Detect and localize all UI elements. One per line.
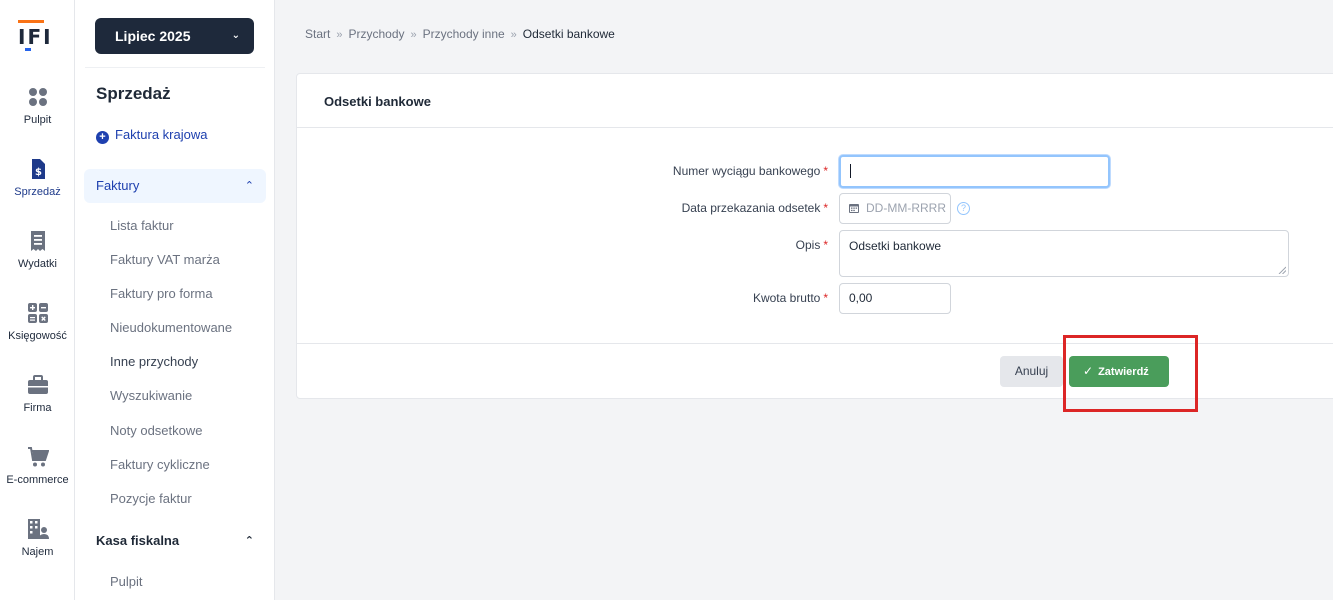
add-domestic-invoice-link[interactable]: + Faktura krajowa (96, 127, 207, 144)
chevron-up-icon: ⌃ (244, 535, 254, 547)
nav-najem[interactable]: Najem (0, 518, 75, 578)
label-text: Kwota brutto (752, 291, 821, 305)
sidebar-item-faktury-pro-forma[interactable]: Faktury pro forma (110, 286, 213, 301)
breadcrumb: Start » Przychody » Przychody inne » Odsetki b… (305, 27, 615, 41)
statement-number-label: Numer wyciągu bankowego * (673, 164, 828, 178)
ifi-logo[interactable]: IFI (18, 20, 51, 52)
invoice-dollar-icon: $ (31, 159, 45, 179)
required-mark: * (823, 164, 828, 178)
sidebar-item-pulpit[interactable]: Pulpit (110, 574, 143, 589)
briefcase-icon (27, 375, 48, 394)
breadcrumb-current: Odsetki bankowe (522, 27, 615, 41)
card-divider (297, 127, 1333, 128)
nav-wydatki[interactable]: Wydatki (0, 230, 75, 290)
gross-amount-value: 0,00 (849, 291, 873, 305)
description-label: Opis * (796, 238, 828, 252)
calculator-icon (27, 303, 48, 323)
required-mark: * (823, 238, 828, 252)
nav-label: Sprzedaż (14, 186, 61, 198)
nav-sprzedaz[interactable]: $ Sprzedaż (0, 158, 75, 218)
building-user-icon (27, 519, 49, 539)
logo-text: IFI (18, 25, 53, 49)
nav-label: Firma (23, 402, 52, 414)
form-card: Odsetki bankowe Numer wyciągu bankowego *… (296, 73, 1333, 399)
label-text: Numer wyciągu bankowego (672, 164, 821, 178)
nav-firma[interactable]: Firma (0, 374, 75, 434)
sidebar-item-wyszukiwanie[interactable]: Wyszukiwanie (110, 388, 192, 403)
month-label: Lipiec 2025 (115, 28, 191, 44)
sidebar-item-nieudokumentowane[interactable]: Nieudokumentowane (110, 320, 232, 335)
description-textarea[interactable]: Odsetki bankowe (839, 230, 1289, 277)
breadcrumb-start[interactable]: Start (305, 27, 330, 41)
gross-amount-label: Kwota brutto * (753, 291, 828, 305)
nav-ksiegowosc[interactable]: Księgowość (0, 302, 75, 362)
submit-button[interactable]: ✓ Zatwierdź (1069, 356, 1169, 387)
statement-number-input[interactable] (839, 155, 1110, 188)
sidebar-divider (85, 67, 265, 68)
cart-icon (27, 447, 49, 467)
group-label: Faktury (96, 178, 140, 193)
transfer-date-label: Data przekazania odsetek * (682, 201, 828, 215)
sidebar-item-inne-przychody[interactable]: Inne przychody (110, 354, 198, 369)
submit-label: Zatwierdź (1098, 366, 1149, 378)
chevron-right-icon: » (410, 29, 417, 41)
card-title: Odsetki bankowe (324, 94, 431, 109)
section-sidebar: Lipiec 2025 ⌄ Sprzedaż + Faktura krajowa … (75, 0, 275, 600)
sidebar-item-noty-odsetkowe[interactable]: Noty odsetkowe (110, 423, 203, 438)
cancel-button[interactable]: Anuluj (1000, 356, 1063, 387)
date-placeholder: DD-MM-RRRR (866, 201, 946, 215)
resize-handle-icon[interactable] (1278, 266, 1286, 274)
section-title: Sprzedaż (96, 84, 171, 103)
label-text: Opis (795, 238, 821, 252)
plus-circle-icon: + (96, 131, 109, 144)
chevron-up-icon: ⌃ (244, 180, 254, 192)
breadcrumb-przychody-inne[interactable]: Przychody inne (423, 27, 505, 41)
sidebar-item-lista-faktur[interactable]: Lista faktur (110, 218, 174, 233)
nav-label: Pulpit (23, 114, 52, 126)
sidebar-group-kasa-fiskalna[interactable]: Kasa fiskalna ⌃ (84, 524, 266, 558)
svg-text:$: $ (35, 167, 42, 178)
chevron-right-icon: » (336, 29, 343, 41)
nav-label: E-commerce (6, 474, 69, 486)
calendar-icon (849, 204, 859, 213)
required-mark: * (823, 201, 828, 215)
required-mark: * (823, 291, 828, 305)
sidebar-item-faktury-cykliczne[interactable]: Faktury cykliczne (110, 457, 210, 472)
receipt-icon (30, 231, 45, 251)
logo-bar-top (18, 20, 44, 23)
nav-label: Najem (21, 546, 54, 558)
dashboard-icon (28, 88, 47, 106)
add-link-label: Faktura krajowa (115, 127, 208, 142)
gross-amount-input[interactable]: 0,00 (839, 283, 951, 314)
nav-label: Księgowość (8, 330, 67, 342)
nav-pulpit[interactable]: Pulpit (0, 86, 75, 146)
month-selector[interactable]: Lipiec 2025 ⌄ (95, 18, 254, 54)
main-nav-rail: IFI Pulpit $ Sprzedaż Wydatki Księgowość… (0, 0, 75, 600)
description-value: Odsetki bankowe (849, 239, 942, 253)
sidebar-item-faktury-vat-marza[interactable]: Faktury VAT marża (110, 252, 220, 267)
text-cursor (850, 164, 851, 178)
sidebar-item-pozycje-faktur[interactable]: Pozycje faktur (110, 491, 192, 506)
chevron-right-icon: » (510, 29, 517, 41)
logo-bar-bottom (25, 48, 31, 51)
chevron-down-icon: ⌄ (231, 30, 240, 41)
card-footer-divider (297, 343, 1333, 344)
transfer-date-input[interactable]: DD-MM-RRRR (839, 193, 951, 224)
check-icon: ✓ (1083, 364, 1094, 378)
breadcrumb-przychody[interactable]: Przychody (348, 27, 404, 41)
nav-label: Wydatki (17, 258, 58, 270)
group-label: Kasa fiskalna (96, 533, 180, 548)
sidebar-group-faktury[interactable]: Faktury ⌃ (84, 169, 266, 203)
label-text: Data przekazania odsetek (681, 201, 821, 215)
nav-ecommerce[interactable]: E-commerce (0, 446, 75, 506)
help-icon[interactable]: ? (957, 202, 970, 215)
